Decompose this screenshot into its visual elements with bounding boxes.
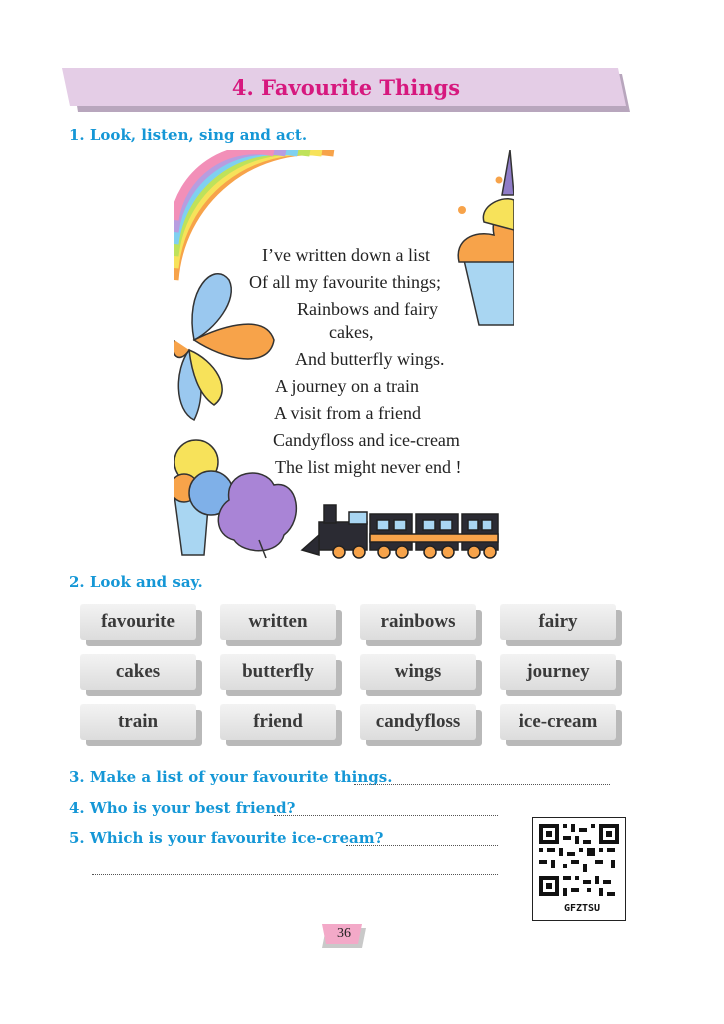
word-card: fairy <box>500 604 622 646</box>
poem-line: Rainbows and fairy <box>297 299 438 319</box>
word-card-label: ice-cream <box>500 704 616 740</box>
word-card: favourite <box>80 604 202 646</box>
word-card-label: friend <box>220 704 336 740</box>
word-card-label: journey <box>500 654 616 690</box>
word-card: written <box>220 604 342 646</box>
word-card-label: written <box>220 604 336 640</box>
answer-line[interactable] <box>92 874 498 875</box>
section-2-label: 2. Look and say. <box>69 573 203 591</box>
answer-line[interactable] <box>354 784 610 785</box>
section-1-label: 1. Look, listen, sing and act. <box>69 126 308 144</box>
poem-text: I’ve written down a list Of all my favou… <box>174 150 514 560</box>
word-card-label: train <box>80 704 196 740</box>
word-card: journey <box>500 654 622 696</box>
page-number: 36 <box>337 926 351 941</box>
word-card: train <box>80 704 202 746</box>
word-card: butterfly <box>220 654 342 696</box>
word-card-label: fairy <box>500 604 616 640</box>
title-banner: 4. Favourite Things <box>62 68 630 112</box>
poem-illustration: I’ve written down a list Of all my favou… <box>174 150 514 560</box>
question-5-label: 5. Which is your favourite ice-cream? <box>69 829 384 847</box>
word-card: ice-cream <box>500 704 622 746</box>
word-card-label: rainbows <box>360 604 476 640</box>
poem-line: I’ve written down a list <box>262 245 430 265</box>
poem-line: Candyfloss and ice-cream <box>273 430 460 450</box>
question-3-label: 3. Make a list of your favourite things. <box>69 768 393 786</box>
word-card: wings <box>360 654 482 696</box>
qr-code-icon <box>539 824 619 896</box>
word-card: rainbows <box>360 604 482 646</box>
page-title: 4. Favourite Things <box>231 75 461 100</box>
word-card-label: candyfloss <box>360 704 476 740</box>
word-card: candyfloss <box>360 704 482 746</box>
word-card-label: favourite <box>80 604 196 640</box>
answer-line[interactable] <box>346 845 498 846</box>
word-card: cakes <box>80 654 202 696</box>
word-card-label: butterfly <box>220 654 336 690</box>
poem-line: A visit from a friend <box>274 403 421 423</box>
word-card: friend <box>220 704 342 746</box>
poem-line: cakes, <box>329 322 374 342</box>
answer-line[interactable] <box>274 815 498 816</box>
poem-line: The list might never end ! <box>275 457 462 477</box>
poem-line: A journey on a train <box>275 376 419 396</box>
poem-line: Of all my favourite things; <box>249 272 441 292</box>
poem-line: And butterfly wings. <box>295 349 445 369</box>
word-card-label: wings <box>360 654 476 690</box>
word-card-label: cakes <box>80 654 196 690</box>
qr-code-label: GFZTSU <box>563 903 601 914</box>
question-4-label: 4. Who is your best friend? <box>69 799 296 817</box>
